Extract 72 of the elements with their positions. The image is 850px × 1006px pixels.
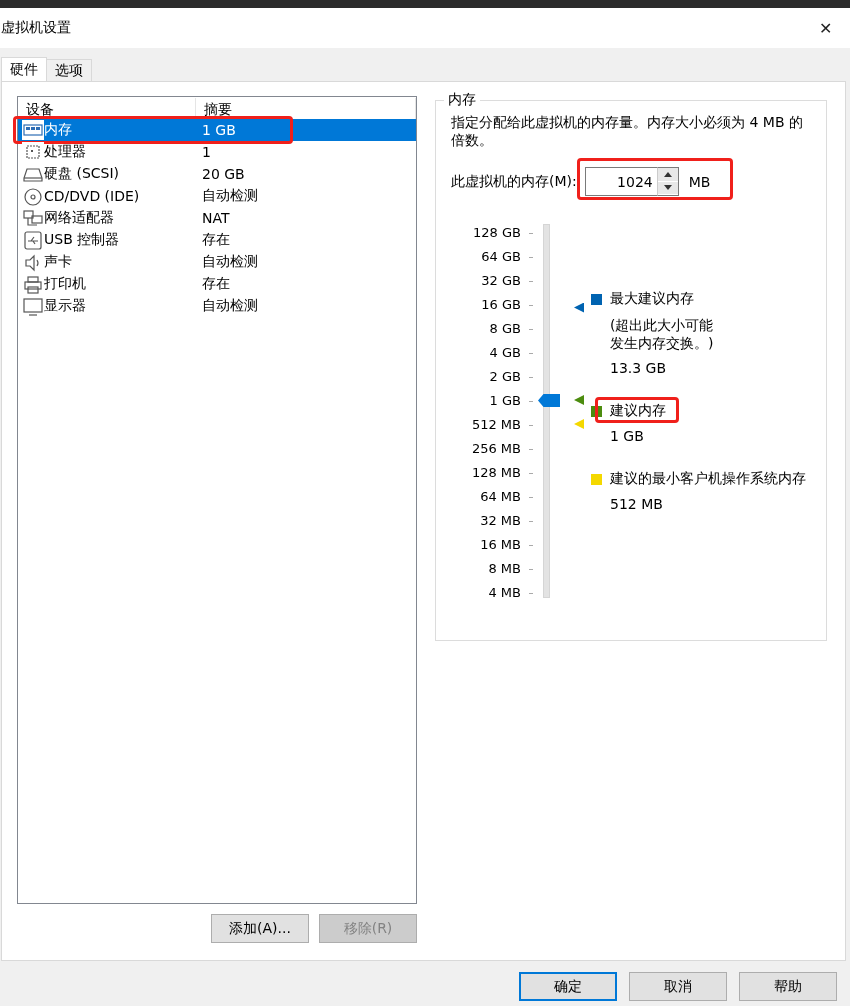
- device-row[interactable]: 声卡 自动检测: [18, 251, 416, 273]
- scale-label: 1 GB: [488, 392, 521, 410]
- usb-icon: [23, 230, 43, 250]
- device-summary: 1: [201, 144, 211, 160]
- network-icon: [23, 208, 43, 228]
- legend-note: (超出此大小可能发生内存交换。): [610, 316, 714, 352]
- device-summary: 自动检测: [201, 297, 258, 315]
- device-name: 显示器: [44, 297, 87, 315]
- device-row[interactable]: CD/DVD (IDE) 自动检测: [18, 185, 416, 207]
- disc-icon: [23, 186, 43, 206]
- device-name: 网络适配器: [44, 209, 115, 227]
- field-label: 此虚拟机的内存(M):: [451, 172, 577, 191]
- dialog-button[interactable]: 帮助: [739, 972, 837, 1001]
- device-name: 硬盘 (SCSI): [44, 165, 121, 183]
- device-row[interactable]: 处理器 1: [18, 141, 416, 163]
- device-summary: 20 GB: [201, 166, 245, 182]
- scale-label: 4 MB: [487, 584, 521, 602]
- dialog-button[interactable]: 确定: [519, 972, 617, 1001]
- device-name: 声卡: [44, 253, 73, 271]
- device-name: USB 控制器: [44, 231, 121, 249]
- device-summary: 存在: [201, 275, 230, 293]
- tab[interactable]: 选项: [46, 59, 92, 81]
- unit-label: MB: [688, 173, 711, 190]
- scale-label: 8 GB: [488, 320, 521, 338]
- scale-label: 128 GB: [472, 224, 521, 242]
- device-name: 打印机: [44, 275, 87, 293]
- device-summary: NAT: [201, 210, 230, 226]
- description-text: 指定分配给此虚拟机的内存量。内存大小必须为 4 MB 的倍数。: [451, 113, 804, 149]
- scale-label: 512 MB: [470, 416, 521, 434]
- legend-value: 1 GB: [610, 428, 645, 444]
- device-summary: 自动检测: [201, 253, 258, 271]
- group-title: 内存: [447, 91, 477, 109]
- scale-label: 8 MB: [487, 560, 521, 578]
- device-row[interactable]: 硬盘 (SCSI) 20 GB: [18, 163, 416, 185]
- device-row[interactable]: USB 控制器 存在: [18, 229, 416, 251]
- tab[interactable]: 硬件: [1, 57, 47, 81]
- monitor-icon: [23, 296, 43, 316]
- scale-label: 32 GB: [480, 272, 521, 290]
- chip-icon: [23, 142, 43, 162]
- window-title: 虚拟机设置: [1, 19, 71, 37]
- legend-label: 建议内存: [610, 402, 666, 420]
- scale-label: 2 GB: [488, 368, 521, 386]
- scale-label: 64 GB: [480, 248, 521, 266]
- device-row[interactable]: 打印机 存在: [18, 273, 416, 295]
- printer-icon: [23, 274, 43, 294]
- device-name: CD/DVD (IDE): [44, 188, 141, 204]
- legend-label: 最大建议内存: [610, 290, 695, 308]
- close-button[interactable]: ✕: [815, 16, 836, 40]
- memory-input[interactable]: 1024: [584, 167, 657, 196]
- scale-label: 16 GB: [480, 296, 521, 314]
- device-name: 内存: [44, 121, 73, 139]
- device-row[interactable]: 显示器 自动检测: [18, 295, 416, 317]
- marker-icon: [574, 418, 584, 429]
- scale-label: 256 MB: [470, 440, 521, 458]
- device-summary: 自动检测: [201, 187, 258, 205]
- marker-icon: [574, 395, 584, 406]
- slider-thumb[interactable]: [538, 394, 560, 408]
- marker-icon: [574, 302, 584, 313]
- scale-label: 32 MB: [479, 512, 521, 530]
- device-summary: 1 GB: [201, 122, 236, 138]
- list-button[interactable]: 添加(A)...: [211, 914, 309, 943]
- device-summary: 存在: [201, 231, 230, 249]
- legend-value: 13.3 GB: [610, 360, 668, 376]
- scale-label: 16 MB: [479, 536, 521, 554]
- device-name: 处理器: [44, 143, 87, 161]
- scale-label: 128 MB: [470, 464, 521, 482]
- device-row[interactable]: 网络适配器 NAT: [18, 207, 416, 229]
- legend-label: 建议的最小客户机操作系统内存: [610, 470, 806, 488]
- legend-value: 512 MB: [610, 496, 664, 512]
- scale-label: 4 GB: [488, 344, 521, 362]
- dialog-button[interactable]: 取消: [629, 972, 727, 1001]
- scale-label: 64 MB: [479, 488, 521, 506]
